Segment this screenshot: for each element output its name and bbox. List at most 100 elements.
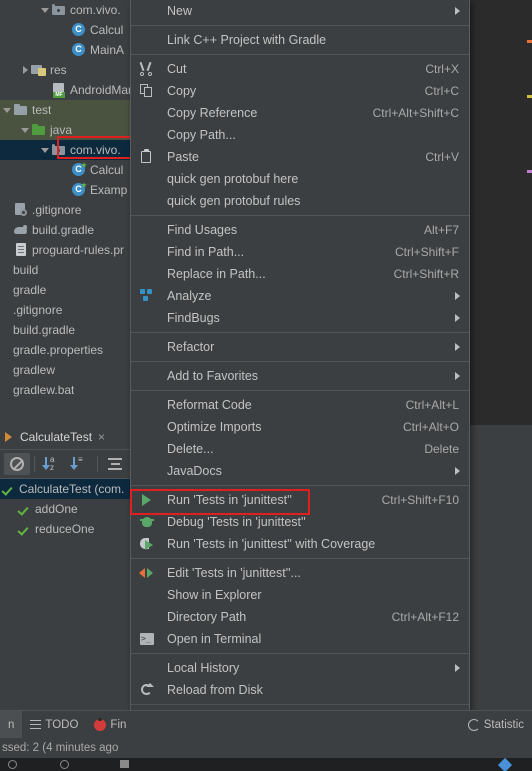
menu-item[interactable]: Local History (131, 657, 469, 679)
menu-item[interactable]: Show in Explorer (131, 584, 469, 606)
test-result-row[interactable]: CalculateTest (com. (0, 479, 140, 499)
tool-window-button[interactable]: Fin (86, 718, 134, 731)
tree-row[interactable]: .gitignore (0, 200, 140, 220)
tool-window-bar[interactable]: n TODO Fin Statistic (0, 710, 532, 739)
menu-item-label: Local History (167, 661, 240, 675)
menu-item[interactable]: Optimize Imports Ctrl+Alt+O (131, 416, 469, 438)
menu-item[interactable]: FindBugs (131, 307, 469, 329)
test-result-row[interactable]: addOne (0, 499, 140, 519)
tree-row[interactable]: gradle.properties (0, 340, 140, 360)
tree-row-label: gradle.properties (13, 343, 104, 357)
tree-row[interactable]: com.vivo. (0, 0, 140, 20)
tree-row[interactable]: Calcul (0, 20, 140, 40)
menu-item[interactable]: Copy Ctrl+C (131, 80, 469, 102)
chevron-down-icon[interactable] (20, 125, 31, 136)
sort-duration-icon[interactable]: ≡ (67, 453, 93, 475)
tree-row[interactable]: gradle (0, 280, 140, 300)
menu-item[interactable]: Run 'Tests in 'junittest'' with Coverage (131, 533, 469, 555)
tree-row[interactable]: Examp (0, 180, 140, 200)
menu-separator (131, 332, 469, 333)
test-results-tree[interactable]: CalculateTest (com. addOne reduceOne (0, 479, 140, 539)
menu-item[interactable]: Edit 'Tests in 'junittest''... (131, 562, 469, 584)
menu-item[interactable]: Refactor (131, 336, 469, 358)
menu-item-shortcut: Alt+F7 (423, 223, 459, 237)
project-tree-panel[interactable]: com.vivo. Calcul MainA resAndroidMar test jav… (0, 0, 140, 425)
menu-item-shortcut: Ctrl+V (425, 150, 459, 164)
menu-item[interactable]: quick gen protobuf here (131, 168, 469, 190)
menu-item[interactable]: Replace in Path... Ctrl+Shift+R (131, 263, 469, 285)
test-result-label: CalculateTest (com. (19, 482, 125, 496)
tree-row[interactable]: test (0, 100, 140, 120)
os-taskbar[interactable] (0, 757, 532, 771)
tree-row[interactable]: com.vivo. (0, 140, 140, 160)
test-result-label: reduceOne (35, 522, 95, 536)
menu-item[interactable]: JavaDocs (131, 460, 469, 482)
menu-item[interactable]: quick gen protobuf rules (131, 190, 469, 212)
run-icon (4, 431, 16, 443)
tree-row[interactable]: build.gradle (0, 220, 140, 240)
test-run-panel[interactable]: CalculateTest × az ≡ CalculateTest (com.… (0, 425, 140, 710)
menu-item[interactable]: Directory Path Ctrl+Alt+F12 (131, 606, 469, 628)
tree-row[interactable]: gradlew (0, 360, 140, 380)
suppress-button[interactable] (4, 453, 30, 475)
tree-row[interactable]: gradlew.bat (0, 380, 140, 400)
tree-row-label: proguard-rules.pr (32, 243, 125, 257)
tool-window-button[interactable]: n (0, 711, 23, 739)
menu-item[interactable]: New (131, 0, 469, 22)
menu-item[interactable]: Run 'Tests in 'junittest'' Ctrl+Shift+F10 (131, 489, 469, 511)
menu-item[interactable]: Cut Ctrl+X (131, 58, 469, 80)
statistics-button[interactable]: Statistic (460, 719, 532, 731)
menu-item[interactable]: Add to Favorites (131, 365, 469, 387)
menu-item-label: Optimize Imports (167, 420, 262, 434)
taskview-icon[interactable] (120, 760, 129, 768)
run-tab[interactable]: CalculateTest × (0, 425, 140, 450)
menu-item[interactable]: Find in Path... Ctrl+Shift+F (131, 241, 469, 263)
chevron-right-icon[interactable] (20, 65, 31, 76)
search-icon[interactable] (60, 760, 69, 769)
tree-row[interactable]: .gitignore (0, 300, 140, 320)
menu-item[interactable]: Open in Terminal (131, 628, 469, 650)
chevron-down-icon[interactable] (40, 5, 51, 16)
chevron-down-icon[interactable] (2, 105, 13, 116)
menu-item[interactable]: Debug 'Tests in 'junittest'' (131, 511, 469, 533)
app-icon[interactable] (497, 757, 513, 771)
menu-item[interactable]: Paste Ctrl+V (131, 146, 469, 168)
tool-window-label: Fin (110, 719, 127, 731)
menu-item[interactable]: Delete... Delete (131, 438, 469, 460)
menu-item-shortcut: Ctrl+Alt+Shift+C (372, 106, 459, 120)
expand-icon[interactable] (102, 453, 128, 475)
context-menu[interactable]: New Link C++ Project with Gradle Cut Ctrl+X… (130, 0, 470, 771)
test-result-row[interactable]: reduceOne (0, 519, 140, 539)
tree-row[interactable]: res (0, 60, 140, 80)
tree-row[interactable]: build.gradle (0, 320, 140, 340)
menu-item[interactable]: Reformat Code Ctrl+Alt+L (131, 394, 469, 416)
menu-item[interactable]: Copy Reference Ctrl+Alt+Shift+C (131, 102, 469, 124)
menu-separator (131, 485, 469, 486)
tree-row[interactable]: AndroidMar (0, 80, 140, 100)
menu-item-label: Copy Reference (167, 106, 258, 120)
test-class-icon (71, 182, 87, 198)
tool-window-button[interactable]: TODO (22, 719, 86, 731)
close-icon[interactable]: × (98, 430, 105, 444)
menu-item[interactable]: Reload from Disk (131, 679, 469, 701)
tree-row[interactable]: build (0, 260, 140, 280)
menu-item-label: Analyze (167, 289, 212, 303)
tree-row[interactable]: Calcul (0, 160, 140, 180)
taskbar-icon[interactable] (8, 760, 17, 769)
statistics-icon (467, 719, 480, 731)
menu-item[interactable]: Find Usages Alt+F7 (131, 219, 469, 241)
sort-alpha-icon[interactable]: az (39, 453, 65, 475)
menu-item[interactable]: Copy Path... (131, 124, 469, 146)
menu-item[interactable]: Link C++ Project with Gradle (131, 29, 469, 51)
submenu-arrow-icon (455, 7, 460, 15)
menu-item[interactable]: Analyze (131, 285, 469, 307)
tree-row[interactable]: proguard-rules.pr (0, 240, 140, 260)
tree-row[interactable]: MainA (0, 40, 140, 60)
tree-row[interactable]: java (0, 120, 140, 140)
menu-item-shortcut: Ctrl+Shift+F (394, 245, 459, 259)
test-toolbar[interactable]: az ≡ (0, 450, 140, 479)
chevron-down-icon[interactable] (40, 145, 51, 156)
menu-separator (131, 215, 469, 216)
